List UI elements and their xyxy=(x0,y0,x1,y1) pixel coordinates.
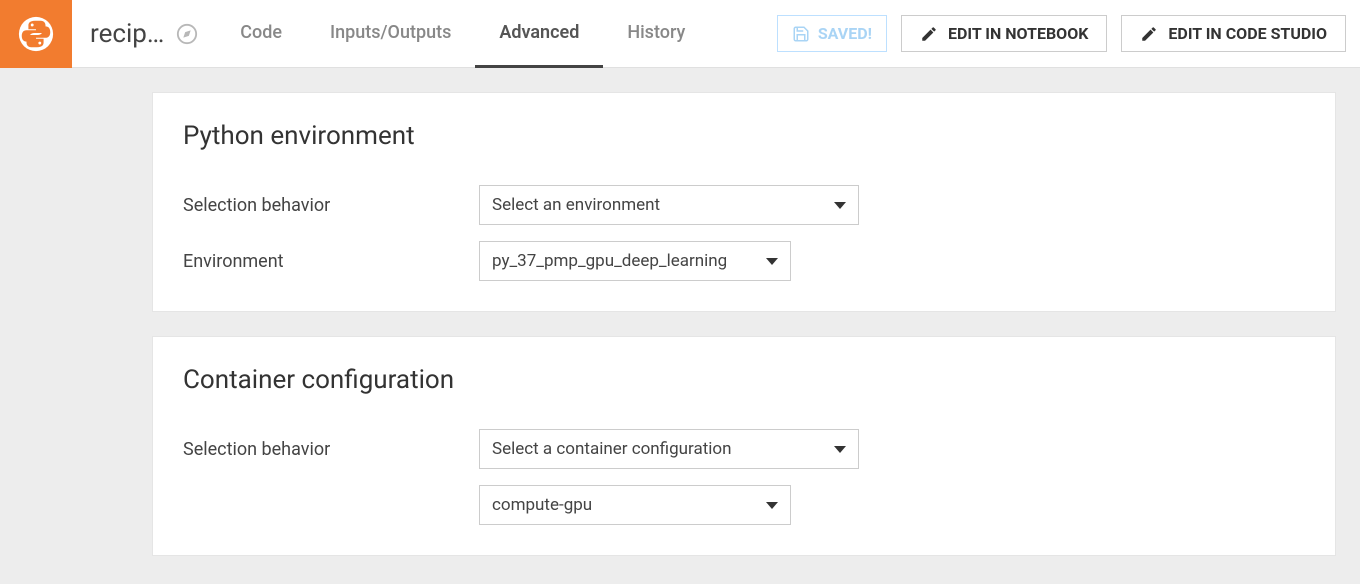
main-content: Python environment Selection behavior Se… xyxy=(0,68,1360,580)
environment-row: Environment py_37_pmp_gpu_deep_learning xyxy=(183,241,1305,281)
pencil-icon xyxy=(920,25,938,43)
environment-label: Environment xyxy=(183,251,479,272)
python-environment-panel: Python environment Selection behavior Se… xyxy=(152,92,1336,312)
tab-inputs-outputs[interactable]: Inputs/Outputs xyxy=(306,0,475,68)
selection-behavior-label: Selection behavior xyxy=(183,439,479,460)
environment-select[interactable]: py_37_pmp_gpu_deep_learning xyxy=(479,241,791,281)
container-selection-behavior-select[interactable]: Select a container configuration xyxy=(479,429,859,469)
container-selection-behavior-row: Selection behavior Select a container co… xyxy=(183,429,1305,469)
select-value: Select an environment xyxy=(492,195,660,215)
compass-icon[interactable] xyxy=(176,23,198,45)
tab-bar: Code Inputs/Outputs Advanced History xyxy=(216,0,709,68)
save-icon xyxy=(792,25,810,43)
pencil-icon xyxy=(1140,25,1158,43)
select-value: py_37_pmp_gpu_deep_learning xyxy=(492,251,727,271)
edit-in-notebook-label: EDIT IN NOTEBOOK xyxy=(948,24,1088,43)
chevron-down-icon xyxy=(834,446,846,453)
selection-behavior-row: Selection behavior Select an environment xyxy=(183,185,1305,225)
saved-badge: SAVED! xyxy=(777,15,887,52)
tab-advanced[interactable]: Advanced xyxy=(475,0,603,68)
saved-label: SAVED! xyxy=(818,24,872,43)
chevron-down-icon xyxy=(766,502,778,509)
python-logo-icon xyxy=(17,15,55,53)
panel-title: Python environment xyxy=(183,121,1305,151)
tab-history[interactable]: History xyxy=(603,0,709,68)
selection-behavior-select[interactable]: Select an environment xyxy=(479,185,859,225)
edit-in-notebook-button[interactable]: EDIT IN NOTEBOOK xyxy=(901,15,1107,52)
selection-behavior-label: Selection behavior xyxy=(183,195,479,216)
chevron-down-icon xyxy=(766,258,778,265)
tab-code[interactable]: Code xyxy=(216,0,306,68)
container-config-select[interactable]: compute-gpu xyxy=(479,485,791,525)
edit-in-code-studio-label: EDIT IN CODE STUDIO xyxy=(1168,24,1327,43)
edit-in-code-studio-button[interactable]: EDIT IN CODE STUDIO xyxy=(1121,15,1346,52)
container-config-row: compute-gpu xyxy=(183,485,1305,525)
page-title: recip… xyxy=(90,19,164,49)
select-value: compute-gpu xyxy=(492,495,592,515)
container-configuration-panel: Container configuration Selection behavi… xyxy=(152,336,1336,556)
chevron-down-icon xyxy=(834,202,846,209)
app-logo[interactable] xyxy=(0,0,72,68)
select-value: Select a container configuration xyxy=(492,439,731,459)
panel-title: Container configuration xyxy=(183,365,1305,395)
app-header: recip… Code Inputs/Outputs Advanced Hist… xyxy=(0,0,1360,68)
